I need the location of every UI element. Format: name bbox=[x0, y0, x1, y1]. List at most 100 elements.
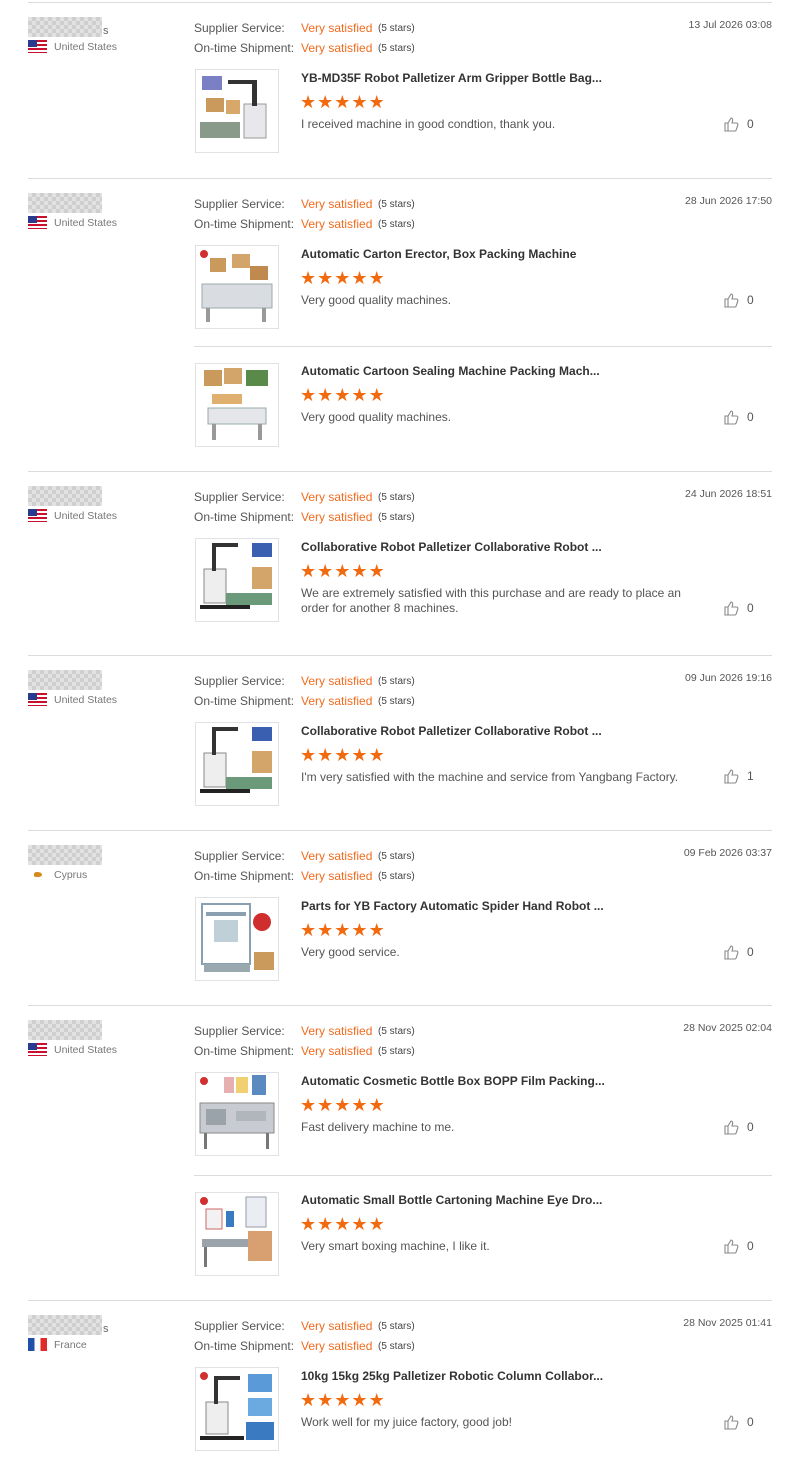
supplier-service-stars: (5 stars) bbox=[378, 675, 415, 687]
reviewer-info: United States bbox=[28, 486, 188, 522]
like-count: 0 bbox=[747, 1120, 754, 1134]
reviewer-name bbox=[28, 486, 188, 506]
supplier-service-value: Very satisfied bbox=[301, 197, 373, 211]
product-rating-stars: ★ ★ ★ ★ ★ bbox=[300, 1215, 385, 1233]
thumbs-up-icon[interactable] bbox=[723, 409, 739, 425]
thumbs-up-icon[interactable] bbox=[723, 944, 739, 960]
star-icon: ★ bbox=[368, 1214, 385, 1234]
like-count: 0 bbox=[747, 117, 754, 131]
supplier-service-value: Very satisfied bbox=[301, 849, 373, 863]
cyprus-flag-icon bbox=[28, 868, 47, 881]
carton-sealing-image[interactable] bbox=[195, 363, 279, 447]
ontime-shipment-stars: (5 stars) bbox=[378, 42, 415, 54]
star-icon: ★ bbox=[334, 92, 351, 112]
star-icon: ★ bbox=[334, 1390, 351, 1410]
supplier-ratings: Supplier Service: Very satisfied (5 star… bbox=[194, 487, 415, 527]
product-title-link[interactable]: Collaborative Robot Palletizer Collabora… bbox=[301, 724, 602, 738]
thumbs-up-icon[interactable] bbox=[723, 292, 739, 308]
cartoning-machine-image[interactable] bbox=[195, 1192, 279, 1276]
star-icon: ★ bbox=[300, 385, 317, 405]
reviewed-product: Collaborative Robot Palletizer Collabora… bbox=[194, 720, 772, 830]
spider-robot-image[interactable] bbox=[195, 897, 279, 981]
product-title-link[interactable]: YB-MD35F Robot Palletizer Arm Gripper Bo… bbox=[301, 71, 602, 85]
supplier-service-stars: (5 stars) bbox=[378, 1025, 415, 1037]
product-title-link[interactable]: 10kg 15kg 25kg Palletizer Robotic Column… bbox=[301, 1369, 603, 1383]
like-button[interactable]: 0 bbox=[723, 409, 754, 425]
review-card: Cyprus Supplier Service: Very satisfied … bbox=[28, 830, 772, 1005]
like-button[interactable]: 0 bbox=[723, 1119, 754, 1135]
column-palletizer-image[interactable] bbox=[195, 1367, 279, 1451]
supplier-service-stars: (5 stars) bbox=[378, 198, 415, 210]
thumbs-up-icon[interactable] bbox=[723, 1119, 739, 1135]
thumbs-up-icon[interactable] bbox=[723, 600, 739, 616]
masked-name bbox=[28, 17, 102, 37]
star-icon: ★ bbox=[334, 268, 351, 288]
carton-erector-image[interactable] bbox=[195, 245, 279, 329]
ontime-shipment-value: Very satisfied bbox=[301, 694, 373, 708]
like-button[interactable]: 0 bbox=[723, 116, 754, 132]
review-comment: Work well for my juice factory, good job… bbox=[301, 1415, 512, 1429]
star-icon: ★ bbox=[317, 1214, 334, 1234]
star-icon: ★ bbox=[300, 920, 317, 940]
star-icon: ★ bbox=[351, 745, 368, 765]
cobot-palletizer-image[interactable] bbox=[195, 538, 279, 622]
thumbs-up-icon[interactable] bbox=[723, 1238, 739, 1254]
like-count: 1 bbox=[747, 769, 754, 783]
supplier-service-value: Very satisfied bbox=[301, 490, 373, 504]
ontime-shipment-rating: On-time Shipment: Very satisfied (5 star… bbox=[194, 1041, 415, 1061]
product-title-link[interactable]: Automatic Small Bottle Cartoning Machine… bbox=[301, 1193, 602, 1207]
product-rating-stars: ★ ★ ★ ★ ★ bbox=[300, 562, 385, 580]
like-button[interactable]: 0 bbox=[723, 292, 754, 308]
product-title-link[interactable]: Automatic Cosmetic Bottle Box BOPP Film … bbox=[301, 1074, 605, 1088]
product-title-link[interactable]: Parts for YB Factory Automatic Spider Ha… bbox=[301, 899, 604, 913]
star-icon: ★ bbox=[300, 1390, 317, 1410]
like-count: 0 bbox=[747, 293, 754, 307]
ontime-shipment-value: Very satisfied bbox=[301, 1339, 373, 1353]
review-card: United States Supplier Service: Very sat… bbox=[28, 471, 772, 655]
reviewer-info: United States bbox=[28, 670, 188, 706]
product-title-link[interactable]: Automatic Cartoon Sealing Machine Packin… bbox=[301, 364, 600, 378]
star-icon: ★ bbox=[368, 561, 385, 581]
ontime-shipment-rating: On-time Shipment: Very satisfied (5 star… bbox=[194, 1336, 415, 1356]
ontime-shipment-stars: (5 stars) bbox=[378, 695, 415, 707]
country-name: France bbox=[54, 1338, 87, 1351]
ontime-shipment-value: Very satisfied bbox=[301, 1044, 373, 1058]
reviewer-info: s France bbox=[28, 1315, 188, 1351]
cobot-palletizer-image[interactable] bbox=[195, 722, 279, 806]
reviewer-name: s bbox=[28, 17, 188, 37]
review-comment: I received machine in good condtion, tha… bbox=[301, 117, 556, 131]
product-title-link[interactable]: Automatic Carton Erector, Box Packing Ma… bbox=[301, 247, 576, 261]
ontime-shipment-stars: (5 stars) bbox=[378, 218, 415, 230]
ontime-shipment-stars: (5 stars) bbox=[378, 1045, 415, 1057]
country-name: Cyprus bbox=[54, 868, 88, 881]
film-packing-image[interactable] bbox=[195, 1072, 279, 1156]
ontime-shipment-rating: On-time Shipment: Very satisfied (5 star… bbox=[194, 507, 415, 527]
thumbs-up-icon[interactable] bbox=[723, 116, 739, 132]
product-rating-stars: ★ ★ ★ ★ ★ bbox=[300, 746, 385, 764]
review-comment: Fast delivery machine to me. bbox=[301, 1120, 455, 1134]
star-icon: ★ bbox=[351, 92, 368, 112]
reviewer-name bbox=[28, 193, 188, 213]
star-icon: ★ bbox=[317, 1095, 334, 1115]
ontime-shipment-value: Very satisfied bbox=[301, 869, 373, 883]
ontime-shipment-rating: On-time Shipment: Very satisfied (5 star… bbox=[194, 866, 415, 886]
reviewed-product: Parts for YB Factory Automatic Spider Ha… bbox=[194, 895, 772, 1005]
like-button[interactable]: 0 bbox=[723, 944, 754, 960]
product-title-link[interactable]: Collaborative Robot Palletizer Collabora… bbox=[301, 540, 602, 554]
star-icon: ★ bbox=[317, 561, 334, 581]
like-button[interactable]: 1 bbox=[723, 768, 754, 784]
like-button[interactable]: 0 bbox=[723, 1238, 754, 1254]
country-name: United States bbox=[54, 40, 118, 53]
reviewer-country: United States bbox=[28, 1043, 188, 1056]
star-icon: ★ bbox=[351, 1214, 368, 1234]
reviewer-name bbox=[28, 1020, 188, 1040]
thumbs-up-icon[interactable] bbox=[723, 768, 739, 784]
thumbs-up-icon[interactable] bbox=[723, 1414, 739, 1430]
like-button[interactable]: 0 bbox=[723, 600, 754, 616]
us-flag-icon bbox=[28, 509, 47, 522]
review-card: United States Supplier Service: Very sat… bbox=[28, 655, 772, 830]
like-button[interactable]: 0 bbox=[723, 1414, 754, 1430]
robot-palletizer-image[interactable] bbox=[195, 69, 279, 153]
reviewer-info: s United States bbox=[28, 17, 188, 53]
review-date: 09 Jun 2026 19:16 bbox=[685, 672, 772, 684]
